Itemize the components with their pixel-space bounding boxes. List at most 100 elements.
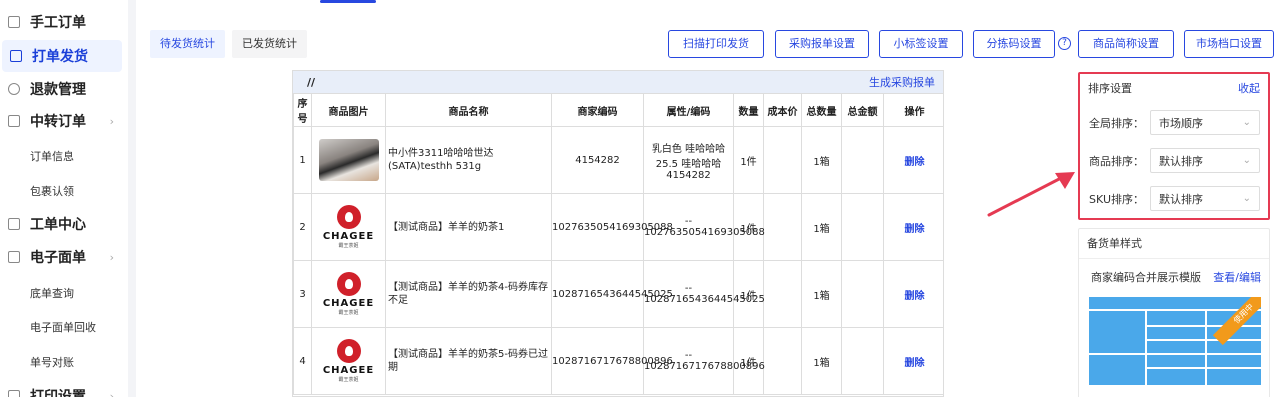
truck-icon — [10, 50, 22, 62]
cost-price — [763, 327, 802, 395]
sidebar-scrollbar[interactable] — [128, 0, 136, 397]
col-header: 序号 — [293, 93, 312, 127]
col-header: 属性/编码 — [643, 93, 734, 127]
col-header: 商品图片 — [311, 93, 386, 127]
delete-link[interactable]: 删除 — [883, 126, 943, 194]
printer-icon — [8, 390, 20, 397]
collapse-link[interactable]: 收起 — [1238, 80, 1260, 96]
cost-price — [763, 126, 802, 194]
sidebar-sub-package-claim[interactable]: 包裹认领 — [30, 183, 74, 199]
sidebar-item-refund[interactable]: 退款管理 — [0, 77, 128, 101]
sort-code-settings-button[interactable]: 分拣码设置 — [973, 30, 1055, 58]
sidebar-item-label: 打印设置 — [30, 389, 86, 397]
sidebar: 手工订单 打单发货 退款管理 中转订单 › 订单信息 包裹认领 工单中心 电子面… — [0, 0, 130, 397]
settings-panel: 排序设置 收起 全局排序： 市场顺序 ⌄ 商品排序： 默认排序 ⌄ SKU排序： — [1078, 72, 1270, 397]
logo-word: CHAGEE — [322, 298, 375, 309]
list-icon — [8, 218, 20, 230]
in-use-badge: 使用中 — [1212, 297, 1261, 346]
merchant-code: 4154282 — [551, 126, 644, 194]
logo-word: CHAGEE — [322, 365, 375, 376]
small-label-settings-button[interactable]: 小标签设置 — [879, 30, 963, 58]
total-quantity: 1箱 — [801, 327, 842, 395]
attribute-code: -- 1027635054169305088 — [643, 193, 765, 261]
market-stall-settings-button[interactable]: 市场档口设置 — [1184, 30, 1274, 58]
logo-sub: 霸王茶姬 — [338, 310, 359, 316]
total-quantity: 1箱 — [801, 260, 842, 328]
table-header-row: 序号 商品图片 商品名称 商家编码 属性/编码 数量 成本价 总数量 总金额 操… — [293, 93, 943, 127]
tab-shipped-stats[interactable]: 已发货统计 — [232, 30, 307, 58]
sidebar-item-label: 手工订单 — [30, 15, 86, 31]
sidebar-item-print-ship[interactable]: 打单发货 — [2, 40, 122, 72]
col-header: 成本价 — [763, 93, 802, 127]
col-header: 总金额 — [841, 93, 884, 127]
product-abbr-settings-button[interactable]: 商品简称设置 — [1078, 30, 1174, 58]
product-name: 【测试商品】羊羊的奶茶4-码券库存不足 — [385, 260, 552, 328]
product-sort-select[interactable]: 默认排序 ⌄ — [1150, 148, 1260, 173]
delete-link[interactable]: 删除 — [883, 260, 943, 328]
template-name: 商家编码合并展示模版 — [1091, 271, 1201, 284]
edit-icon — [8, 16, 20, 28]
sidebar-item-label: 打单发货 — [32, 49, 88, 65]
goods-table: 序号 商品图片 商品名称 商家编码 属性/编码 数量 成本价 总数量 总金额 操… — [293, 93, 943, 395]
stock-sheet-style-box: 备货单样式 商家编码合并展示模版 查看/编辑 使用中 — [1078, 228, 1270, 397]
table-bar-label: // — [307, 75, 316, 89]
sidebar-item-workorder[interactable]: 工单中心 — [0, 212, 128, 236]
table-row: 3 CHAGEE 霸王茶姬 【测试商品】羊羊的奶茶4-码券库存不足 102871… — [293, 260, 943, 328]
flower-icon — [336, 272, 361, 296]
product-name: 中小件3311哈哈哈世达(SATA)testhh 531g — [385, 126, 552, 194]
chevron-right-icon: › — [109, 250, 114, 264]
sidebar-sub-order-info[interactable]: 订单信息 — [30, 148, 74, 164]
delete-link[interactable]: 删除 — [883, 327, 943, 395]
template-preview[interactable]: 使用中 — [1089, 297, 1261, 385]
total-amount — [841, 327, 884, 395]
col-header: 商品名称 — [385, 93, 552, 127]
product-name: 【测试商品】羊羊的奶茶5-码券已过期 — [385, 327, 552, 395]
total-amount — [841, 193, 884, 261]
merchant-code: 1028716717678800896 — [551, 327, 673, 395]
sidebar-sub-base-query[interactable]: 底单查询 — [30, 285, 74, 301]
global-sort-select[interactable]: 市场顺序 ⌄ — [1150, 110, 1260, 135]
purchase-report-settings-button[interactable]: 采购报单设置 — [775, 30, 869, 58]
sidebar-sub-eform-recycle[interactable]: 电子面单回收 — [30, 319, 96, 335]
sort-row-product: 商品排序： 默认排序 ⌄ — [1088, 148, 1260, 173]
total-quantity: 1箱 — [801, 126, 842, 194]
scan-print-ship-button[interactable]: 扫描打印发货 — [668, 30, 764, 58]
attribute-code: -- 1028716543644545025 — [643, 260, 765, 328]
logo-word: CHAGEE — [322, 231, 375, 242]
sidebar-item-manual-order[interactable]: 手工订单 — [0, 10, 128, 34]
shoe-product-image — [318, 139, 379, 181]
chevron-right-icon: › — [109, 389, 114, 397]
total-amount — [841, 126, 884, 194]
product-image-cell: CHAGEE 霸王茶姬 — [311, 327, 386, 395]
chevron-right-icon: › — [109, 114, 114, 128]
sidebar-item-print-settings[interactable]: 打印设置 › — [0, 384, 128, 397]
select-value: 默认排序 — [1159, 192, 1203, 206]
logo-sub: 霸王茶姬 — [338, 377, 359, 383]
sidebar-item-label: 工单中心 — [30, 217, 86, 233]
logo-sub: 霸王茶姬 — [338, 243, 359, 249]
col-header: 操作 — [883, 93, 943, 127]
chagee-logo: CHAGEE 霸王茶姬 — [322, 205, 376, 249]
product-name: 【测试商品】羊羊的奶茶1 — [385, 193, 552, 261]
sidebar-sub-number-reconcile[interactable]: 单号对账 — [30, 354, 74, 370]
sort-row-sku: SKU排序： 默认排序 ⌄ — [1088, 186, 1260, 211]
cost-price — [763, 260, 802, 328]
sku-sort-select[interactable]: 默认排序 ⌄ — [1150, 186, 1260, 211]
sort-settings-box: 排序设置 收起 全局排序： 市场顺序 ⌄ 商品排序： 默认排序 ⌄ SKU排序： — [1078, 72, 1270, 220]
chevron-down-icon: ⌄ — [1242, 117, 1251, 128]
sidebar-item-transfer[interactable]: 中转订单 › — [0, 109, 128, 133]
sidebar-item-eform[interactable]: 电子面单 › — [0, 245, 128, 269]
delete-link[interactable]: 删除 — [883, 193, 943, 261]
doc-icon — [8, 251, 20, 263]
generate-purchase-report-link[interactable]: 生成采购报单 — [869, 74, 935, 90]
help-icon[interactable]: ? — [1058, 37, 1071, 50]
view-edit-link[interactable]: 查看/编辑 — [1213, 269, 1261, 285]
tab-pending-stats[interactable]: 待发货统计 — [150, 30, 225, 58]
row-number: 4 — [293, 327, 312, 395]
flower-icon — [336, 205, 361, 229]
cost-price — [763, 193, 802, 261]
chevron-down-icon: ⌄ — [1242, 155, 1251, 166]
refund-icon — [8, 83, 20, 95]
col-header: 数量 — [733, 93, 764, 127]
table-row: 4 CHAGEE 霸王茶姬 【测试商品】羊羊的奶茶5-码券已过期 1028716… — [293, 327, 943, 395]
